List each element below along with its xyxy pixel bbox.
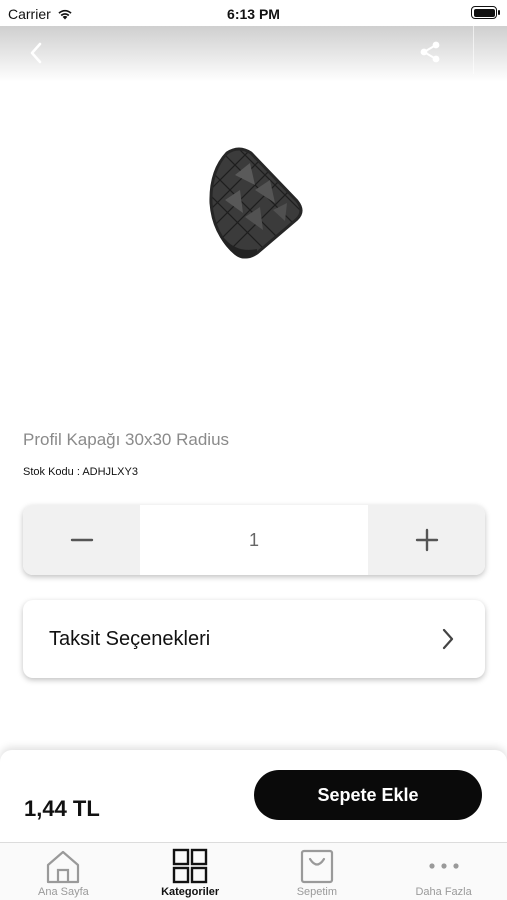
share-icon — [420, 41, 440, 63]
minus-icon — [70, 538, 93, 542]
grid-icon — [172, 848, 208, 884]
tab-categories-label: Kategoriler — [161, 886, 220, 898]
tab-categories[interactable]: Kategoriler — [127, 843, 254, 900]
product-title: Profil Kapağı 30x30 Radius — [23, 430, 230, 449]
tab-cart-label: Sepetim — [296, 886, 338, 898]
quantity-value[interactable]: 1 — [140, 505, 368, 575]
more-icon — [429, 863, 459, 869]
installment-options-button[interactable]: Taksit Seçenekleri — [23, 600, 485, 678]
quantity-stepper: 1 — [23, 505, 485, 575]
product-image — [195, 135, 320, 275]
stock-code: Stok Kodu : ADHJLXY3 — [23, 466, 138, 478]
plus-icon — [415, 528, 438, 552]
tab-more[interactable]: Daha Fazla — [380, 843, 507, 900]
chevron-left-icon — [30, 42, 42, 64]
increase-quantity-button[interactable] — [368, 505, 485, 575]
home-icon — [47, 850, 80, 884]
back-button[interactable] — [24, 40, 50, 66]
nav-divider — [473, 26, 474, 74]
chevron-right-icon — [442, 628, 454, 650]
share-button[interactable] — [417, 39, 443, 65]
installment-label: Taksit Seçenekleri — [49, 627, 211, 650]
status-time: 6:13 PM — [227, 6, 280, 22]
tab-more-label: Daha Fazla — [415, 886, 472, 898]
product-price: 1,44 TL — [24, 796, 100, 821]
decrease-quantity-button[interactable] — [23, 505, 140, 575]
add-to-cart-button[interactable]: Sepete Ekle — [254, 770, 482, 820]
tab-home[interactable]: Ana Sayfa — [0, 843, 127, 900]
status-bar: Carrier 6:13 PM — [0, 0, 507, 26]
purchase-panel: 1,44 TL Sepete Ekle — [0, 750, 507, 842]
nav-bar — [0, 26, 507, 82]
tab-home-label: Ana Sayfa — [37, 886, 89, 898]
tab-cart[interactable]: Sepetim — [254, 843, 381, 900]
tab-bar: Ana Sayfa Kategoriler Sepetim Daha Fazla — [0, 842, 507, 900]
shopping-bag-icon — [300, 849, 333, 884]
battery-icon — [471, 6, 500, 19]
